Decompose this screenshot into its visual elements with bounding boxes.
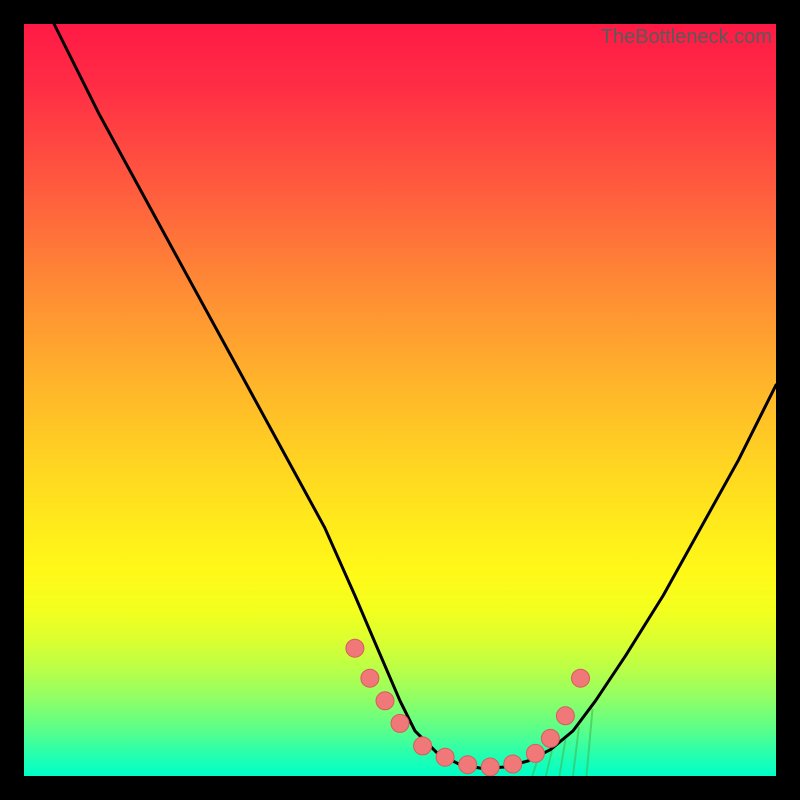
curve-marker [346,639,364,657]
curve-marker [376,692,394,710]
curve-marker [481,758,499,776]
curve-marker [504,755,522,773]
curve-marker [541,729,559,747]
curve-marker [526,744,544,762]
curve-marker [459,756,477,774]
plot-area: TheBottleneck.com [24,24,776,776]
curve-marker [361,669,379,687]
curve-marker [391,714,409,732]
curve-marker [414,737,432,755]
curve-marker [436,748,454,766]
curve-marker [572,669,590,687]
bottleneck-curve [54,24,776,769]
chart-container: TheBottleneck.com [0,0,800,800]
curve-marker [556,707,574,725]
chart-svg [24,24,776,776]
watermark-text: TheBottleneck.com [601,26,772,49]
